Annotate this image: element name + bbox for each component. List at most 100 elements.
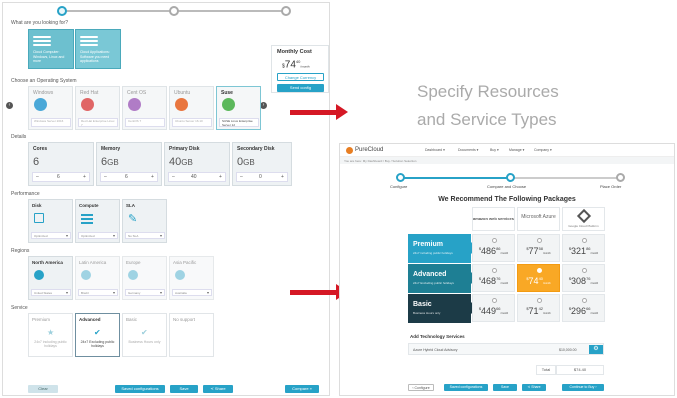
plus-button[interactable]: + [151,173,154,181]
price-cell[interactable]: $46876/month [472,264,515,292]
secondary-disk-stepper[interactable]: – 0 + [236,172,288,182]
price-cell[interactable]: $48686/month [472,234,515,262]
settings-icon[interactable]: ⚙ [589,345,603,354]
service-advanced[interactable]: Advanced ✔ 24x7 Excluding public holiday… [75,313,120,357]
radio-button[interactable] [492,298,497,303]
memory-stepper[interactable]: – 6 + [100,172,158,182]
region-north-america[interactable]: North America United States [28,256,73,300]
wizard-label-configure: Configure [390,184,408,189]
price-cell[interactable]: $44966/month [472,294,515,322]
os-version-select[interactable]: SUSE Linux Enterprise Server 12 [219,118,259,127]
price-cell[interactable]: $29666/month [562,294,605,322]
os-option-windows[interactable]: Windows Windows Server 2016 [28,86,73,130]
minus-button[interactable]: – [104,173,107,181]
radio-button[interactable] [537,298,542,303]
wizard-step-compare[interactable] [506,173,515,182]
compute-select[interactable]: Optimized [78,232,118,239]
tile-cloud-computer[interactable]: Cloud Computer: Windows, Linux and more [28,29,74,69]
region-select[interactable]: United States [31,289,71,296]
plus-button[interactable]: + [219,173,222,181]
os-version-select[interactable]: CentOS 7 [125,118,165,127]
price-cell[interactable]: $7142/month [517,294,560,322]
os-option-ubuntu[interactable]: Ubuntu Ubuntu Server 16.10 [169,86,214,130]
nav-item-documents[interactable]: Documents ▾ [458,148,478,152]
disk-select[interactable]: Optimized [31,232,71,239]
service-label: Basic [126,317,138,322]
price-cell[interactable]: $30876/month [562,264,605,292]
save-button[interactable]: Save [170,385,198,393]
compare-button[interactable]: Compare » [285,385,319,393]
service-basic[interactable]: Basic ✔ Business Hours only [122,313,167,357]
nav-item-company[interactable]: Company ▾ [534,148,552,152]
nav-item-manage[interactable]: Manage ▾ [509,148,524,152]
nav-item-buy[interactable]: Buy ▾ [490,148,499,152]
scroll-right-button[interactable]: › [260,102,267,109]
details-section-label: Details [11,134,27,140]
package-basic[interactable]: Basic Business Hours only [408,294,477,323]
minus-button[interactable]: – [172,173,175,181]
arrow-right-icon [290,284,348,300]
nav-item-dashboard[interactable]: Dashboard ▾ [425,148,445,152]
service-no-support[interactable]: No support [169,313,214,357]
save-button[interactable]: Save [493,384,517,391]
perf-label: SLA [126,203,135,208]
price-cell[interactable]: $7758/month [517,234,560,262]
minus-button[interactable]: – [240,173,243,181]
step-2[interactable] [169,6,179,16]
continue-button[interactable]: Continue to Buy › [562,384,604,391]
stepper-value[interactable]: 6 [57,173,60,181]
list-icon [81,214,93,224]
region-asia-pacific[interactable]: Asia Pacific Australia [169,256,214,300]
clear-button[interactable]: Clear [28,385,58,393]
region-select[interactable]: Brazil [78,289,118,296]
disk-performance: Disk Optimized [28,199,73,243]
sla-select[interactable]: No SLA [125,232,165,239]
cores-stepper[interactable]: – 6 + [32,172,90,182]
os-version-select[interactable]: Ubuntu Server 16.10 [172,118,212,127]
os-version-select[interactable]: Windows Server 2016 [31,118,71,127]
radio-button[interactable] [537,238,542,243]
radio-button[interactable] [582,298,587,303]
tile-cloud-applications[interactable]: Cloud Applications: Software you need ap… [75,29,121,69]
share-button[interactable]: ≺ Share [522,384,546,391]
region-europe[interactable]: Europe Germany [122,256,167,300]
scroll-left-button[interactable]: ‹ [6,102,13,109]
share-button[interactable]: ≺ Share [203,385,233,393]
radio-button[interactable] [492,268,497,273]
configure-back-button[interactable]: ‹ Configure [408,384,434,391]
wizard-step-configure[interactable] [396,173,405,182]
stepper-value[interactable]: 0 [259,173,262,181]
primary-disk-stepper[interactable]: – 40 + [168,172,226,182]
os-version-select[interactable]: Red Hat Enterprise Linux 7 [78,118,118,127]
radio-button[interactable] [492,238,497,243]
wizard-step-order[interactable] [616,173,625,182]
os-option-centos[interactable]: Cent OS CentOS 7 [122,86,167,130]
minus-button[interactable]: – [36,173,39,181]
radio-button[interactable] [537,268,542,273]
send-config-button[interactable]: Send config [277,84,324,92]
package-advanced[interactable]: Advanced 24x7 Excluding public holidays [408,264,477,293]
plus-button[interactable]: + [83,173,86,181]
change-currency-button[interactable]: Change Currency [277,73,324,81]
saved-configurations-button[interactable]: Saved configurations [115,385,165,393]
service-premium[interactable]: Premium ★ 24x7 including public holidays [28,313,73,357]
step-1[interactable] [57,6,67,16]
step-3[interactable] [281,6,291,16]
radio-button[interactable] [582,268,587,273]
package-premium[interactable]: Premium 24x7 including public holidays [408,234,477,263]
saved-configurations-button[interactable]: Saved configurations [444,384,488,391]
os-option-suse[interactable]: Suse SUSE Linux Enterprise Server 12 [216,86,261,130]
price-cell-selected[interactable]: $7440/month [517,264,560,292]
radio-button[interactable] [582,238,587,243]
detail-value: 0GB [237,156,255,168]
plus-button[interactable]: + [281,173,284,181]
region-select[interactable]: Australia [172,289,212,296]
stepper-value[interactable]: 40 [191,173,197,181]
os-option-redhat[interactable]: Red Hat Red Hat Enterprise Linux 7 [75,86,120,130]
region-latin-america[interactable]: Latin America Brazil [75,256,120,300]
stepper-value[interactable]: 6 [125,173,128,181]
region-select[interactable]: Germany [125,289,165,296]
configurator-panel: What are you looking for? Cloud Computer… [2,2,330,396]
price-cell[interactable]: $32186/month [562,234,605,262]
os-section-label: Choose an Operating System [11,78,77,84]
